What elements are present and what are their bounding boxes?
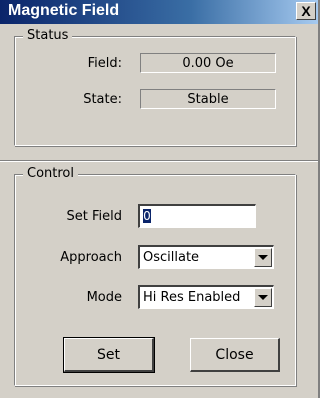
- set-field-value: 0: [143, 208, 151, 223]
- field-value: 0.00 Oe: [140, 53, 276, 73]
- set-button[interactable]: Set: [63, 337, 155, 373]
- approach-dropdown-arrow-icon[interactable]: [254, 248, 272, 267]
- title-bar[interactable]: Magnetic Field X: [0, 0, 318, 24]
- window-title: Magnetic Field: [8, 2, 120, 19]
- set-field-label: Set Field: [66, 209, 123, 224]
- mode-selected-value: Hi Res Enabled: [143, 290, 241, 305]
- state-value: Stable: [140, 89, 276, 109]
- close-icon[interactable]: X: [296, 2, 316, 20]
- approach-selected-value: Oscillate: [143, 250, 200, 265]
- magnetic-field-dialog: Magnetic Field X Status Field: 0.00 Oe S…: [0, 0, 320, 398]
- status-legend: Status: [23, 28, 73, 44]
- approach-select[interactable]: Oscillate: [138, 245, 274, 269]
- close-button[interactable]: Close: [190, 338, 280, 372]
- mode-dropdown-arrow-icon[interactable]: [254, 288, 272, 307]
- approach-label: Approach: [60, 250, 122, 265]
- section-divider: [0, 160, 318, 162]
- field-label: Field:: [87, 56, 122, 71]
- mode-select[interactable]: Hi Res Enabled: [138, 285, 274, 309]
- set-field-input[interactable]: 0: [138, 204, 256, 228]
- control-legend: Control: [23, 166, 78, 182]
- mode-label: Mode: [86, 290, 122, 305]
- state-label: State:: [83, 92, 122, 107]
